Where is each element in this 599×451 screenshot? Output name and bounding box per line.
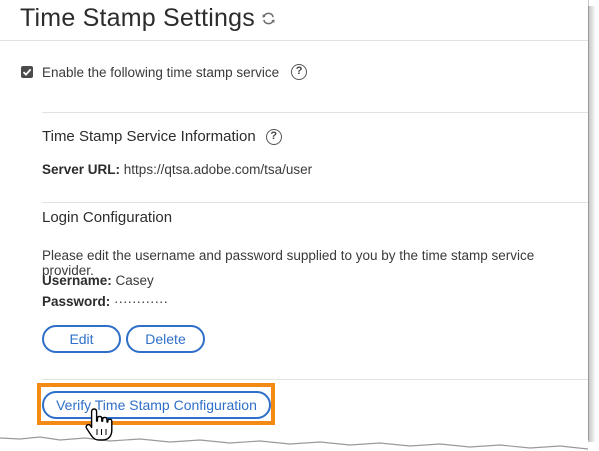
server-url-row: Server URL: https://qtsa.adobe.com/tsa/u… [42,162,312,177]
service-info-heading-row: Time Stamp Service Information ? [42,128,282,145]
refresh-icon[interactable] [261,11,276,26]
service-info-help-icon[interactable]: ? [265,128,282,145]
enable-service-row: Enable the following time stamp service … [21,64,308,80]
username-row: Username: Casey [42,273,154,288]
enable-service-label: Enable the following time stamp service [42,64,280,80]
screenshot-stage: Time Stamp Settings Enable the following… [0,0,599,451]
delete-button[interactable]: Delete [126,325,205,353]
help-icon[interactable]: ? [291,64,308,80]
title-divider [0,40,588,41]
edit-button[interactable]: Edit [42,325,121,353]
login-heading-row: Login Configuration [42,209,172,226]
divider [42,112,588,113]
page-title: Time Stamp Settings [20,3,255,32]
password-label: Password: [42,294,111,309]
username-label: Username: [42,273,112,288]
divider [42,379,588,380]
hand-pointer-icon [85,408,113,441]
settings-panel: Time Stamp Settings Enable the following… [0,0,589,440]
server-url-label: Server URL: [42,162,121,177]
password-row: Password: ············ [42,294,168,309]
title-row: Time Stamp Settings [20,1,276,35]
server-url-value: https://qtsa.adobe.com/tsa/user [123,162,313,177]
username-value: Casey [115,273,154,288]
verify-configuration-button[interactable]: Verify Time Stamp Configuration [42,391,271,419]
enable-service-checkbox[interactable] [21,66,33,78]
password-value: ············ [114,294,168,309]
service-info-heading: Time Stamp Service Information [42,128,256,145]
divider [42,202,588,203]
login-heading: Login Configuration [42,209,173,226]
frame-shadow [588,6,596,442]
